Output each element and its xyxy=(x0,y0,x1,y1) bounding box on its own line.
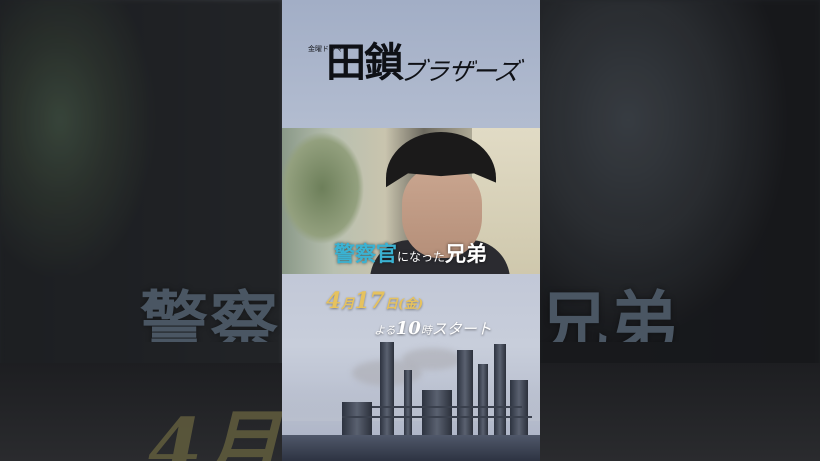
date-month: 4 xyxy=(326,288,342,314)
video-frame[interactable]: 金曜ドラマ 田鎖 ブラザーズ 警察官になった兄弟 4月17日(金) よる10時ス… xyxy=(282,0,540,461)
factory-ground xyxy=(282,435,540,461)
factory-tower xyxy=(380,342,394,437)
time-prefix: よる xyxy=(374,324,396,337)
caption-keisatsukan: 警察官 xyxy=(334,241,397,266)
blurred-date-text: 4月 xyxy=(148,402,281,461)
date-weekday: (金) xyxy=(397,297,424,312)
date-day: 17 xyxy=(354,288,385,314)
factory-scene xyxy=(282,330,540,461)
factory-tower xyxy=(494,344,506,437)
blurred-caption-left: 警察 xyxy=(140,284,281,342)
time-hour: 10 xyxy=(395,318,421,339)
caption-ninatta: になった xyxy=(397,250,446,264)
blurred-caption-right: 兄弟 xyxy=(540,284,680,342)
caption-text: 警察官になった兄弟 xyxy=(334,238,487,268)
premiere-date: 4月17日(金) xyxy=(326,288,423,314)
drama-title-kanji: 田鎖 xyxy=(326,39,404,86)
factory-pipe xyxy=(372,406,522,408)
factory-tower xyxy=(404,370,412,437)
factory-pipe xyxy=(342,416,532,418)
drama-title-kana: ブラザーズ xyxy=(397,57,521,86)
smoke-plume xyxy=(402,348,462,370)
date-month-unit: 月 xyxy=(341,297,355,312)
factory-tower xyxy=(422,390,452,437)
factory-tower xyxy=(342,402,372,437)
date-day-unit: 日 xyxy=(384,297,398,312)
factory-tower xyxy=(457,350,473,437)
time-hour-unit: 時 xyxy=(420,324,432,337)
caption-kyoudai: 兄弟 xyxy=(445,241,488,266)
factory-tower xyxy=(510,380,528,437)
broadcast-time: よる10時スタート xyxy=(374,318,492,339)
factory-tower xyxy=(478,364,488,437)
time-start: スタート xyxy=(431,320,492,338)
